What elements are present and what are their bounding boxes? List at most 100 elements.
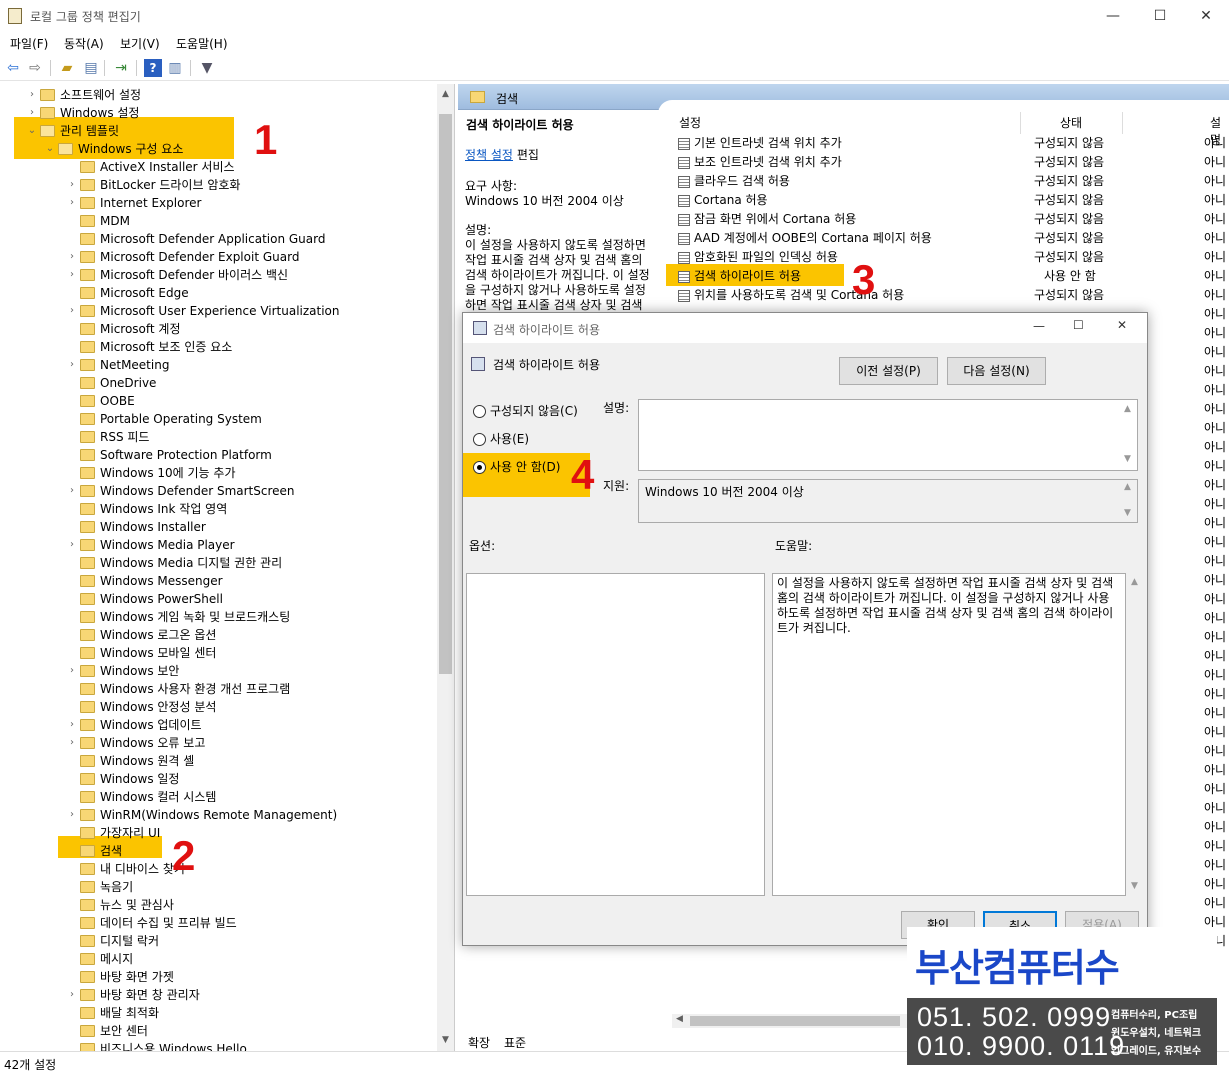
help-text: 이 설정을 사용하지 않도록 설정하면 작업 표시줄 검색 상자 및 검색 홈의… xyxy=(777,576,1114,635)
setting-row[interactable]: AAD 계정에서 OOBE의 Cortana 페이지 허용 구성되지 않음 아니 xyxy=(676,229,1229,248)
options-panel xyxy=(466,573,765,896)
expand-chevron-icon[interactable]: › xyxy=(66,536,78,554)
setting-name: 클라우드 검색 허용 xyxy=(694,174,790,188)
up-folder-icon[interactable]: ▰ xyxy=(58,59,76,77)
expand-chevron-icon[interactable]: › xyxy=(26,104,38,122)
setting-row[interactable]: 검색 하이라이트 허용 사용 안 함 아니 xyxy=(676,267,1229,286)
comment-label: 설명: xyxy=(603,401,630,415)
hscroll-thumb[interactable] xyxy=(690,1016,900,1026)
tree-item-label: Windows 보안 xyxy=(100,664,180,678)
tab-standard[interactable]: 표준 xyxy=(504,1034,526,1051)
tree-item-label: Windows 설정 xyxy=(60,106,140,120)
setting-row[interactable]: 잠금 화면 위에서 Cortana 허용 구성되지 않음 아니 xyxy=(676,210,1229,229)
dialog-maximize-button[interactable]: ☐ xyxy=(1073,318,1084,332)
minimize-button[interactable]: — xyxy=(1090,4,1136,28)
folder-icon xyxy=(80,233,95,245)
comment-textarea[interactable]: ▲ ▼ xyxy=(638,399,1138,471)
expand-chevron-icon[interactable]: › xyxy=(66,482,78,500)
setting-row[interactable]: 위치를 사용하도록 검색 및 Cortana 허용 구성되지 않음 아니 xyxy=(676,286,1229,305)
forward-icon[interactable]: ⇨ xyxy=(26,59,44,77)
dialog-close-button[interactable]: ✕ xyxy=(1117,318,1127,332)
filter-icon[interactable]: ▼ xyxy=(198,59,216,77)
tree-item-label: Microsoft Defender Application Guard xyxy=(100,232,326,246)
scroll-up-icon[interactable]: ▲ xyxy=(437,86,454,102)
help-scrollbar[interactable]: ▲ ▼ xyxy=(1128,573,1144,896)
requirements-value: Windows 10 버전 2004 이상 xyxy=(465,194,624,208)
tree-item-label: 소프트웨어 설정 xyxy=(60,88,142,102)
setting-row[interactable]: 암호화된 파일의 인덱싱 허용 구성되지 않음 아니 xyxy=(676,248,1229,267)
expand-chevron-icon[interactable]: › xyxy=(66,356,78,374)
export-icon[interactable]: ⇥ xyxy=(112,59,130,77)
setting-row[interactable]: 기본 인트라넷 검색 위치 추가 구성되지 않음 아니 xyxy=(676,134,1229,153)
tree-item-label: Microsoft 보조 인증 요소 xyxy=(100,340,233,354)
tree-item-label: 비즈니스용 Windows Hello xyxy=(100,1042,247,1051)
expand-chevron-icon[interactable]: › xyxy=(66,248,78,266)
tab-extended[interactable]: 확장 xyxy=(468,1034,490,1051)
tree-item-label: 메시지 xyxy=(100,952,134,966)
setting-row[interactable]: 보조 인트라넷 검색 위치 추가 구성되지 않음 아니 xyxy=(676,153,1229,172)
show-tree-icon[interactable]: ▤ xyxy=(82,59,100,77)
supported-on-value: Windows 10 버전 2004 이상 xyxy=(645,485,804,499)
expand-chevron-icon[interactable]: › xyxy=(66,662,78,680)
expand-chevron-icon[interactable]: › xyxy=(66,986,78,1004)
previous-setting-button[interactable]: 이전 설정(P) xyxy=(839,357,938,385)
next-setting-button[interactable]: 다음 설정(N) xyxy=(947,357,1046,385)
expand-chevron-icon[interactable]: ⌄ xyxy=(26,122,38,140)
status-text: 42개 설정 xyxy=(4,1058,57,1072)
help-icon[interactable]: ? xyxy=(144,59,162,77)
support-scrollbar[interactable]: ▲ ▼ xyxy=(1121,480,1137,522)
menu-action[interactable]: 동작(A) xyxy=(64,35,104,52)
radio-circle[interactable] xyxy=(473,405,486,418)
setting-comment: 아니 xyxy=(1204,839,1227,853)
expand-chevron-icon[interactable]: › xyxy=(66,734,78,752)
setting-row[interactable]: 클라우드 검색 허용 구성되지 않음 아니 xyxy=(676,172,1229,191)
annotation-number-3: 3 xyxy=(852,256,876,303)
tree-item-label: Windows 일정 xyxy=(100,772,180,786)
policy-tree[interactable]: › 소프트웨어 설정 › Windows 설정 ⌄ 관리 템플릿 ⌄ Windows 구성 요… xyxy=(0,84,455,1051)
tree-item-label: Windows Messenger xyxy=(100,574,223,588)
scroll-down-icon[interactable]: ▼ xyxy=(437,1032,454,1048)
column-header-setting[interactable]: 설정 xyxy=(679,114,701,131)
setting-comment: 아니 xyxy=(1204,193,1227,207)
ad-banner: 부산컴퓨터수리.com 051. 502. 0999 010. 9900. 01… xyxy=(907,927,1217,1065)
column-header-state[interactable]: 상태 xyxy=(1060,114,1082,131)
properties-icon[interactable]: ▥ xyxy=(166,59,184,77)
menu-file[interactable]: 파일(F) xyxy=(10,35,48,52)
policy-dialog: 검색 하이라이트 허용 — ☐ ✕ 검색 하이라이트 허용 이전 설정(P) 다… xyxy=(462,312,1148,946)
back-icon[interactable]: ⇦ xyxy=(4,59,22,77)
setting-row[interactable]: Cortana 허용 구성되지 않음 아니 xyxy=(676,191,1229,210)
folder-icon xyxy=(80,377,95,389)
folder-icon xyxy=(80,719,95,731)
setting-state: 구성되지 않음 xyxy=(1034,231,1105,245)
tree-scrollbar[interactable]: ▲ ▼ xyxy=(437,84,454,1051)
menu-help[interactable]: 도움말(H) xyxy=(176,35,228,52)
radio-circle-selected[interactable] xyxy=(473,461,486,474)
close-button[interactable]: ✕ xyxy=(1183,4,1229,28)
folder-icon xyxy=(80,1007,95,1019)
comment-scrollbar[interactable]: ▲ ▼ xyxy=(1121,400,1137,470)
scroll-thumb[interactable] xyxy=(439,114,452,674)
expand-chevron-icon[interactable]: › xyxy=(66,266,78,284)
expand-chevron-icon[interactable]: › xyxy=(26,86,38,104)
folder-icon xyxy=(80,539,95,551)
folder-icon xyxy=(80,899,95,911)
folder-icon xyxy=(80,557,95,569)
folder-icon xyxy=(80,953,95,965)
folder-icon xyxy=(80,863,95,875)
menu-view[interactable]: 보기(V) xyxy=(120,35,160,52)
folder-icon xyxy=(80,629,95,641)
dialog-minimize-button[interactable]: — xyxy=(1033,319,1045,333)
setting-comment: 아니 xyxy=(1204,725,1227,739)
radio-circle[interactable] xyxy=(473,433,486,446)
expand-chevron-icon[interactable]: › xyxy=(66,194,78,212)
settings-hscrollbar[interactable]: ◀ xyxy=(672,1014,908,1028)
policy-settings-link[interactable]: 정책 설정 xyxy=(465,148,513,162)
expand-chevron-icon[interactable]: ⌄ xyxy=(44,140,56,158)
setting-comment: 아니 xyxy=(1204,763,1227,777)
maximize-button[interactable]: ☐ xyxy=(1137,4,1183,28)
expand-chevron-icon[interactable]: › xyxy=(66,302,78,320)
expand-chevron-icon[interactable]: › xyxy=(66,806,78,824)
expand-chevron-icon[interactable]: › xyxy=(66,716,78,734)
menu-bar: 파일(F) 동작(A) 보기(V) 도움말(H) xyxy=(0,32,1229,54)
expand-chevron-icon[interactable]: › xyxy=(66,176,78,194)
